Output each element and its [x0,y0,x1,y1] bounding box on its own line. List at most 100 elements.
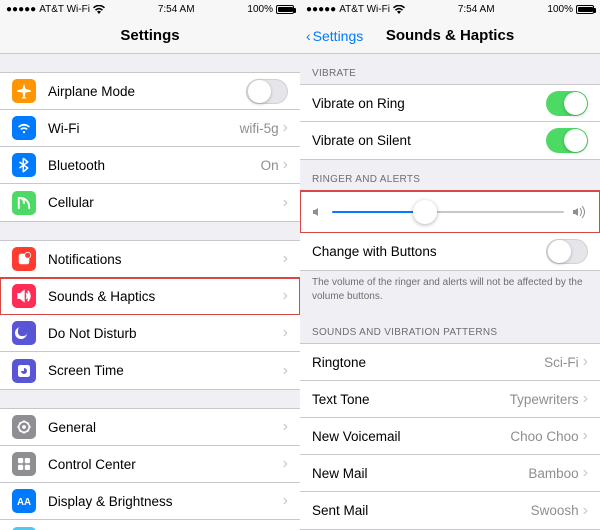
settings-root-screen: ●●●●● AT&T Wi-Fi 7:54 AM 100% Settings A… [0,0,300,530]
row-label: Text Tone [312,392,510,407]
row-label: Change with Buttons [312,244,546,259]
chevron-right-icon: › [283,362,288,380]
row-notifications[interactable]: Notifications› [0,241,300,278]
clock: 7:54 AM [158,4,195,15]
controlcenter-icon [12,452,36,476]
row-label: Notifications [48,252,283,267]
nav-bar: Settings [0,18,300,54]
row-label: Bluetooth [48,158,261,173]
cellular-icon [12,191,36,215]
toggle-change-with-buttons[interactable] [546,239,588,264]
row-sent-mail[interactable]: Sent MailSwoosh› [300,492,600,529]
row-new-mail[interactable]: New MailBamboo› [300,455,600,492]
carrier-label: AT&T Wi-Fi [339,4,390,15]
ringer-volume-slider-row[interactable] [300,191,600,233]
nav-title: Sounds & Haptics [386,27,514,44]
row-label: Vibrate on Ring [312,96,546,111]
row-display-brightness[interactable]: AADisplay & Brightness› [0,483,300,520]
carrier-label: AT&T Wi-Fi [39,4,90,15]
general-icon [12,415,36,439]
row-ringtone[interactable]: RingtoneSci-Fi › [300,344,600,381]
wifi-icon [12,116,36,140]
row-wallpaper[interactable]: Wallpaper› [0,520,300,530]
row-value: Typewriters [510,392,579,407]
battery-pct: 100% [547,4,573,15]
row-label: New Voicemail [312,429,510,444]
signal-dots-icon: ●●●●● [6,4,36,15]
screentime-icon [12,359,36,383]
row-value: Sci-Fi [544,355,579,370]
battery-pct: 100% [247,4,273,15]
dnd-icon [12,321,36,345]
chevron-right-icon: › [583,427,588,445]
battery-icon [576,5,594,14]
chevron-right-icon: › [283,418,288,436]
sounds-icon [12,284,36,308]
row-bluetooth[interactable]: BluetoothOn› [0,147,300,184]
row-label: Vibrate on Silent [312,133,546,148]
display-icon: AA [12,489,36,513]
row-control-center[interactable]: Control Center› [0,446,300,483]
row-label: Wi-Fi [48,121,240,136]
section-header-vibrate: VIBRATE [300,54,600,84]
row-do-not-disturb[interactable]: Do Not Disturb› [0,315,300,352]
chevron-right-icon: › [283,194,288,212]
row-label: General [48,420,283,435]
row-sounds-haptics[interactable]: Sounds & Haptics› [0,278,300,315]
chevron-right-icon: › [283,455,288,473]
row-label: Airplane Mode [48,84,246,99]
airplane-icon [12,79,36,103]
row-label: New Mail [312,466,528,481]
back-label: Settings [313,28,364,44]
nav-title: Settings [120,27,179,44]
row-screen-time[interactable]: Screen Time› [0,352,300,389]
chevron-right-icon: › [283,324,288,342]
notifications-icon [12,247,36,271]
section-footer-ringer: The volume of the ringer and alerts will… [300,271,600,313]
chevron-left-icon: ‹ [306,28,311,44]
chevron-right-icon: › [583,390,588,408]
row-label: Do Not Disturb [48,326,283,341]
row-label: Cellular [48,195,283,210]
row-general[interactable]: General› [0,409,300,446]
toggle-vibrate-silent[interactable] [546,128,588,153]
wifi-icon [393,5,405,14]
toggle[interactable] [246,79,288,104]
sounds-haptics-screen: ●●●●● AT&T Wi-Fi 7:54 AM 100% ‹ Settings… [300,0,600,530]
row-label: Display & Brightness [48,494,283,509]
row-new-voicemail[interactable]: New VoicemailChoo Choo › [300,418,600,455]
chevron-right-icon: › [583,502,588,520]
volume-low-icon [312,206,324,218]
section-header-ringer: RINGER AND ALERTS [300,160,600,190]
wallpaper-icon [12,527,36,530]
signal-dots-icon: ●●●●● [306,4,336,15]
section-header-patterns: SOUNDS AND VIBRATION PATTERNS [300,313,600,343]
row-value: wifi-5g [240,121,279,136]
row-value: Swoosh [531,503,579,518]
back-button[interactable]: ‹ Settings [306,28,363,44]
status-bar: ●●●●● AT&T Wi-Fi 7:54 AM 100% [0,0,300,18]
settings-list[interactable]: Airplane ModeWi-Fiwifi-5g›BluetoothOn›Ce… [0,54,300,530]
toggle-vibrate-ring[interactable] [546,91,588,116]
row-wi-fi[interactable]: Wi-Fiwifi-5g› [0,110,300,147]
row-value: Choo Choo [510,429,578,444]
chevron-right-icon: › [283,287,288,305]
row-text-tone[interactable]: Text ToneTypewriters › [300,381,600,418]
wifi-icon [93,5,105,14]
row-label: Control Center [48,457,283,472]
row-airplane-mode[interactable]: Airplane Mode [0,73,300,110]
row-vibrate-on-silent[interactable]: Vibrate on Silent [300,122,600,159]
row-cellular[interactable]: Cellular› [0,184,300,221]
chevron-right-icon: › [583,464,588,482]
volume-slider[interactable] [332,211,564,213]
row-label: Screen Time [48,363,283,378]
status-bar: ●●●●● AT&T Wi-Fi 7:54 AM 100% [300,0,600,18]
row-change-with-buttons[interactable]: Change with Buttons [300,233,600,270]
row-vibrate-on-ring[interactable]: Vibrate on Ring [300,85,600,122]
volume-high-icon [572,206,588,218]
row-label: Ringtone [312,355,544,370]
chevron-right-icon: › [583,353,588,371]
sounds-list[interactable]: VIBRATE Vibrate on Ring Vibrate on Silen… [300,54,600,530]
row-label: Sounds & Haptics [48,289,283,304]
nav-bar: ‹ Settings Sounds & Haptics [300,18,600,54]
